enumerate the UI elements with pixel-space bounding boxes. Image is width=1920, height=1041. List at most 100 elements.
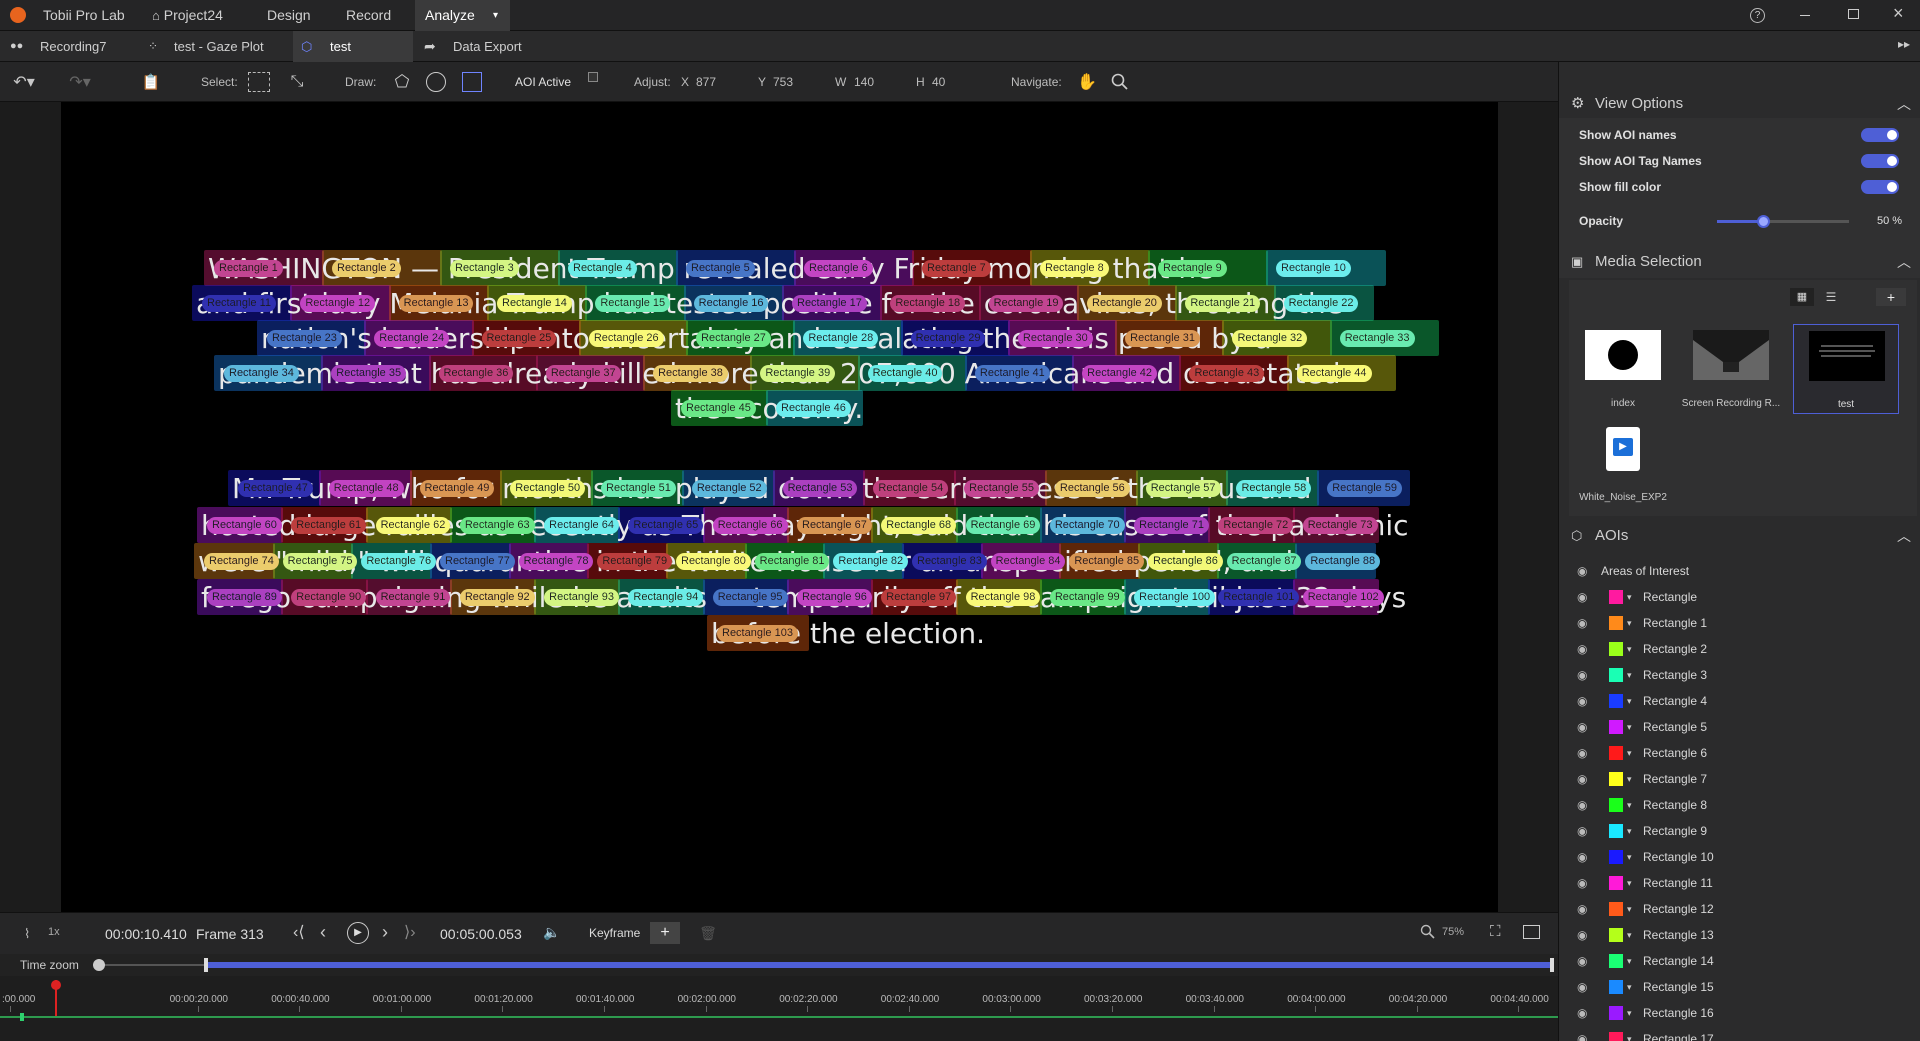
aoi-name-label[interactable]: Rectangle 22 (1283, 295, 1359, 312)
aoi-name-label[interactable]: Rectangle 72 (1218, 517, 1294, 534)
view-options-header[interactable]: ⚙ View Options ︿ (1559, 90, 1920, 118)
aoi-name-label[interactable]: Rectangle 14 (497, 295, 572, 312)
chevron-down-icon[interactable]: ▾ (1627, 636, 1632, 662)
next-keyframe-icon[interactable]: ⟩› (404, 922, 416, 942)
aoi-list-item[interactable]: ◉ ▾ Rectangle 12 (1559, 896, 1920, 922)
speed-value[interactable]: 1x (48, 926, 60, 938)
magnifier-icon[interactable] (1108, 70, 1132, 94)
eye-icon[interactable]: ◉ (1577, 1000, 1587, 1026)
aoi-name-label[interactable]: Rectangle 82 (833, 553, 909, 570)
aoi-name-label[interactable]: Rectangle 70 (1049, 517, 1125, 534)
restore-icon[interactable] (1848, 9, 1859, 19)
aoi-name-label[interactable]: Rectangle 31 (1125, 330, 1200, 347)
aoi-name-label[interactable]: Rectangle 54 (873, 480, 949, 497)
aoi-name-label[interactable]: Rectangle 58 (1236, 480, 1312, 497)
aoi-color-swatch[interactable] (1609, 746, 1623, 760)
eye-icon[interactable]: ◉ (1577, 818, 1587, 844)
aoi-name-label[interactable]: Rectangle 43 (1189, 365, 1265, 382)
speed-icon[interactable]: ⌇ (24, 926, 30, 942)
aoi-name-label[interactable]: Rectangle 69 (965, 517, 1041, 534)
aoi-name-label[interactable]: Rectangle 51 (601, 480, 676, 497)
aoi-active-checkbox[interactable] (588, 72, 598, 82)
add-keyframe-button[interactable]: + (650, 922, 680, 944)
aoi-list-item[interactable]: ◉ ▾ Rectangle 13 (1559, 922, 1920, 948)
aoi-name-label[interactable]: Rectangle 46 (776, 400, 851, 417)
eye-icon[interactable]: ◉ (1577, 688, 1587, 714)
aoi-name-label[interactable]: Rectangle 33 (1339, 330, 1415, 347)
playhead[interactable] (51, 980, 61, 1016)
aoi-list-item[interactable]: ◉ ▾ Rectangle 11 (1559, 870, 1920, 896)
aoi-name-label[interactable]: Rectangle 100 (1134, 589, 1216, 606)
aoi-name-label[interactable]: Rectangle 45 (681, 400, 756, 417)
chevron-down-icon[interactable]: ▾ (1627, 688, 1632, 714)
aoi-name-label[interactable]: Rectangle 96 (797, 589, 872, 606)
close-icon[interactable]: × (1893, 3, 1904, 24)
aoi-name-label[interactable]: Rectangle 40 (867, 365, 943, 382)
eye-icon[interactable]: ◉ (1577, 870, 1587, 896)
eye-icon[interactable]: ◉ (1577, 740, 1587, 766)
aoi-name-label[interactable]: Rectangle 38 (653, 365, 728, 382)
aoi-name-label[interactable]: Rectangle 49 (419, 480, 495, 497)
aoi-name-label[interactable]: Rectangle 90 (291, 589, 367, 606)
aoi-name-label[interactable]: Rectangle 78 (518, 553, 594, 570)
expand-panel-icon[interactable]: ▸▸ (1898, 37, 1910, 51)
play-button[interactable]: ▶ (347, 922, 369, 944)
y-value[interactable]: 753 (773, 62, 793, 102)
aoi-name-label[interactable]: Rectangle 64 (544, 517, 619, 534)
chevron-up-icon[interactable]: ︿ (1897, 522, 1911, 550)
rectangle-icon[interactable] (462, 72, 482, 92)
time-range-end-handle[interactable] (1550, 958, 1554, 972)
zoom-value[interactable]: 75% (1442, 926, 1464, 938)
aoi-color-swatch[interactable] (1609, 590, 1623, 604)
aoi-name-label[interactable]: Rectangle 16 (693, 295, 769, 312)
chevron-down-icon[interactable]: ▾ (1627, 740, 1632, 766)
aoi-group-row[interactable]: ◉ Areas of Interest (1559, 558, 1920, 584)
eye-icon[interactable]: ◉ (1577, 974, 1587, 1000)
aoi-color-swatch[interactable] (1609, 1006, 1623, 1020)
ellipse-icon[interactable] (426, 72, 446, 92)
w-value[interactable]: 140 (854, 62, 874, 102)
time-range-start-handle[interactable] (204, 958, 208, 972)
aoi-name-label[interactable]: Rectangle 48 (328, 480, 404, 497)
video-file-icon[interactable]: ▶ (1606, 427, 1640, 471)
aoi-name-label[interactable]: Rectangle 30 (1017, 330, 1093, 347)
list-view-icon[interactable]: ☰ (1819, 288, 1843, 306)
aoi-name-label[interactable]: Rectangle 85 (1069, 553, 1145, 570)
stimulus-canvas[interactable]: WASHINGTON — President Trump revealed ea… (61, 102, 1498, 912)
aoi-name-label[interactable]: Rectangle 103 (717, 625, 798, 642)
undo-icon[interactable]: ↶▾ (10, 70, 38, 94)
chevron-up-icon[interactable]: ︿ (1897, 90, 1911, 118)
aoi-list-item[interactable]: ◉ ▾ Rectangle 14 (1559, 948, 1920, 974)
aoi-list-item[interactable]: ◉ ▾ Rectangle 5 (1559, 714, 1920, 740)
aoi-name-label[interactable]: Rectangle 62 (375, 517, 451, 534)
chevron-down-icon[interactable]: ▾ (1627, 584, 1632, 610)
aoi-name-label[interactable]: Rectangle 76 (361, 553, 437, 570)
aoi-name-label[interactable]: Rectangle 3 (450, 260, 519, 277)
aoi-list-item[interactable]: ◉ ▾ Rectangle (1559, 584, 1920, 610)
previous-keyframe-icon[interactable]: ‹⟨ (293, 922, 305, 942)
media-item-test-selected[interactable]: test (1793, 324, 1899, 414)
h-value[interactable]: 40 (932, 62, 945, 102)
chevron-down-icon[interactable]: ▾ (1627, 870, 1632, 896)
aoi-name-label[interactable]: Rectangle 98 (965, 589, 1041, 606)
tab-data-export[interactable]: ➦ Data Export (420, 31, 550, 62)
aoi-name-label[interactable]: Rectangle 21 (1185, 295, 1261, 312)
delete-keyframe-icon[interactable]: 🗑 (693, 922, 723, 944)
aoi-name-label[interactable]: Rectangle 95 (712, 589, 788, 606)
time-zoom-handle[interactable] (93, 959, 105, 971)
aoi-name-label[interactable]: Rectangle 39 (760, 365, 836, 382)
eye-icon[interactable]: ◉ (1577, 792, 1587, 818)
aoi-name-label[interactable]: Rectangle 26 (588, 330, 664, 347)
aoi-name-label[interactable]: Rectangle 65 (628, 517, 704, 534)
aoi-name-label[interactable]: Rectangle 24 (374, 330, 450, 347)
aoi-color-swatch[interactable] (1609, 616, 1623, 630)
aoi-name-label[interactable]: Rectangle 84 (990, 553, 1066, 570)
aoi-name-label[interactable]: Rectangle 87 (1226, 553, 1302, 570)
aoi-name-label[interactable]: Rectangle 68 (881, 517, 957, 534)
aoi-name-label[interactable]: Rectangle 73 (1302, 517, 1378, 534)
aoi-list-item[interactable]: ◉ ▾ Rectangle 8 (1559, 792, 1920, 818)
aoi-name-label[interactable]: Rectangle 75 (282, 553, 358, 570)
aoi-name-label[interactable]: Rectangle 6 (804, 260, 873, 277)
chevron-down-icon[interactable]: ▾ (493, 0, 498, 31)
fullscreen-icon[interactable]: ⛶ (1490, 923, 1501, 940)
